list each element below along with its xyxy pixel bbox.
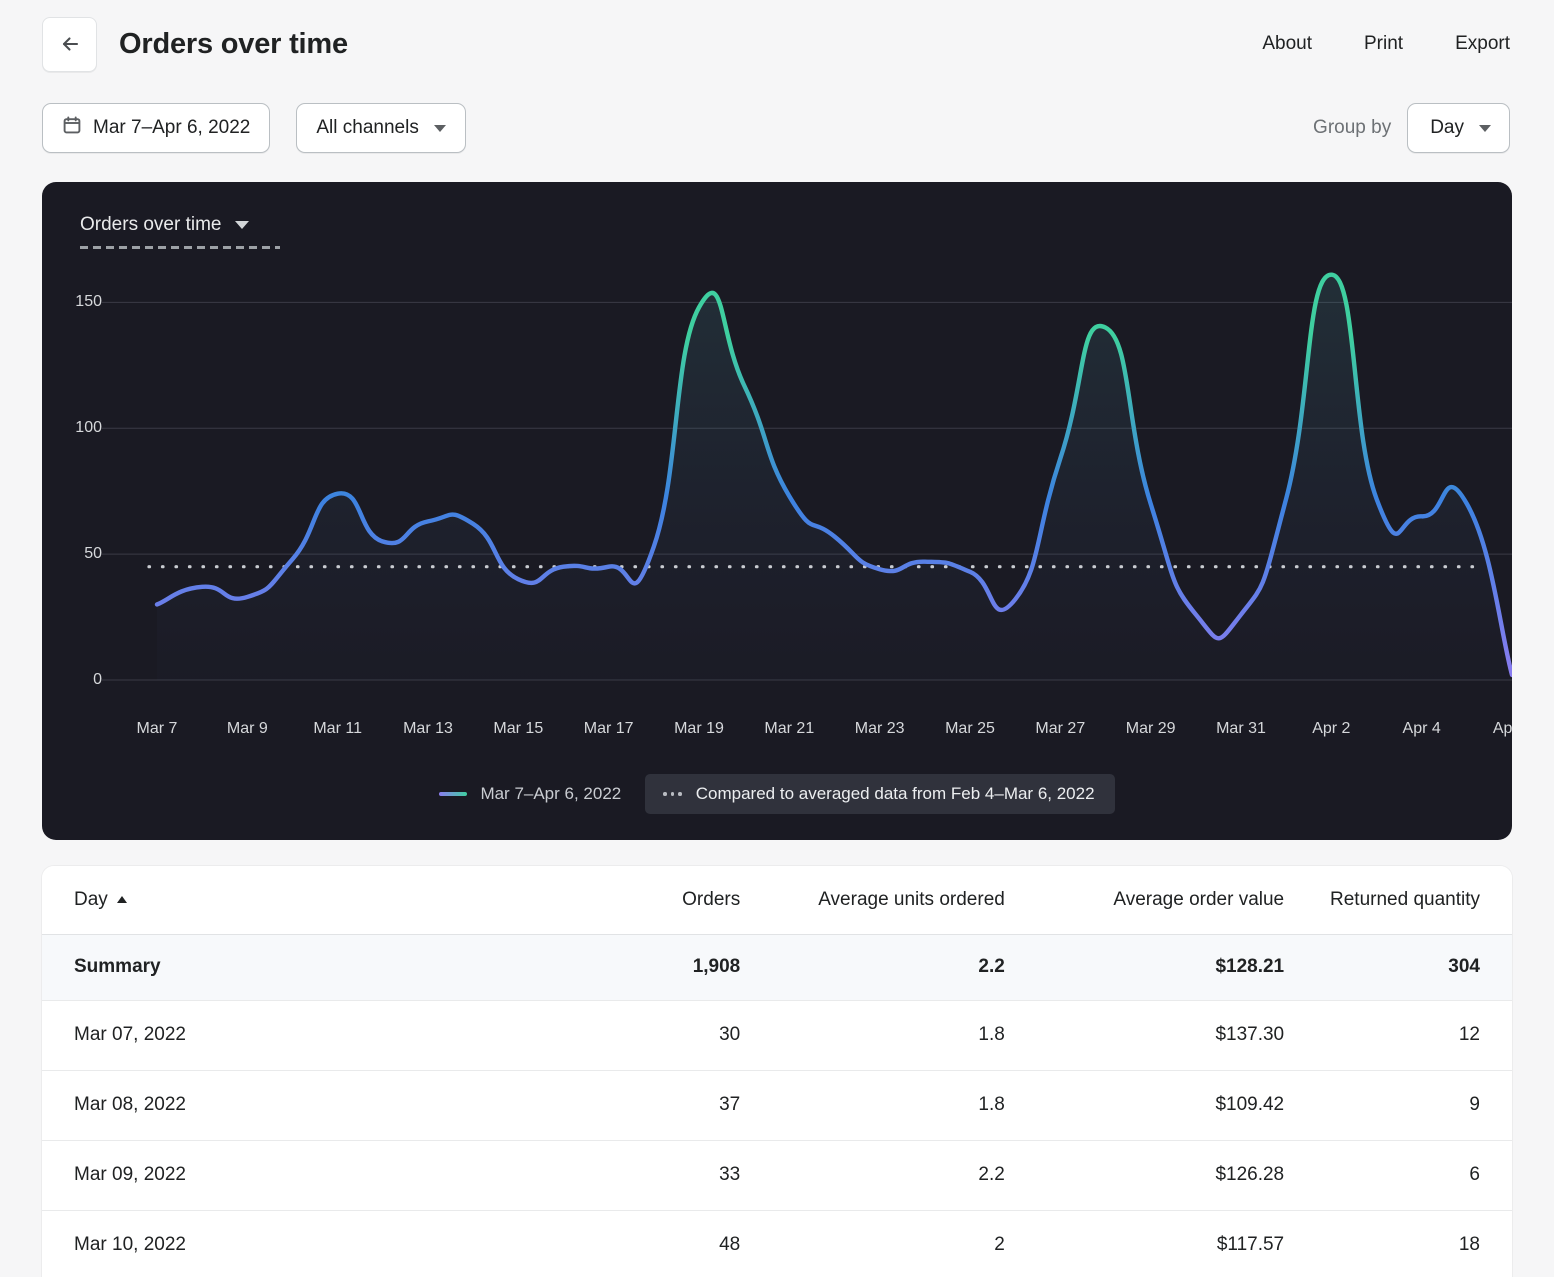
group-by-control: Group by Day: [1313, 103, 1510, 153]
table-header: Day Orders Average units ordered Average…: [42, 866, 1512, 935]
cell-returned: 12: [1458, 1024, 1480, 1045]
cell-orders: 48: [719, 1234, 741, 1255]
back-button[interactable]: [42, 16, 97, 72]
x-axis-tick-label: Mar 25: [945, 720, 995, 737]
table-row[interactable]: Mar 10, 2022 48 2 $117.57 18: [42, 1210, 1512, 1277]
legend-label-comparison: Compared to averaged data from Feb 4–Mar…: [695, 784, 1095, 803]
x-axis-tick-label: Apr 4: [1402, 720, 1441, 737]
y-axis-tick-label: 50: [84, 545, 102, 563]
y-axis-tick-label: 150: [75, 293, 102, 311]
column-header-orders[interactable]: Orders: [527, 866, 741, 935]
x-axis-tick-label: Mar 7: [136, 720, 178, 737]
summary-returned-quantity: 304: [1448, 956, 1480, 977]
page-title: Orders over time: [119, 27, 348, 60]
summary-orders: 1,908: [692, 956, 741, 977]
legend-item-current[interactable]: Mar 7–Apr 6, 2022: [439, 784, 621, 804]
x-axis-tick-label: Mar 21: [764, 720, 815, 737]
channel-filter-value: All channels: [316, 117, 419, 138]
x-axis-tick-label: Mar 31: [1216, 720, 1266, 737]
export-button[interactable]: Export: [1455, 33, 1510, 55]
summary-average-units: 2.2: [978, 956, 1005, 977]
cell-avg_value: $126.28: [1215, 1164, 1285, 1185]
top-bar: Orders over time About Print Export: [0, 0, 1554, 88]
group-by-value: Day: [1430, 117, 1464, 138]
arrow-left-icon: [58, 32, 82, 56]
cell-returned: 9: [1469, 1094, 1480, 1115]
summary-day: Summary: [74, 956, 161, 977]
cell-avg_units: 1.8: [978, 1094, 1005, 1115]
x-axis-tick-label: Mar 13: [403, 720, 453, 737]
x-axis-tick-label: Mar 27: [1035, 720, 1086, 737]
table-row[interactable]: Mar 08, 2022 37 1.8 $109.42 9: [42, 1070, 1512, 1140]
x-axis-tick-label: Mar 19: [674, 720, 724, 737]
cell-avg_units: 2: [994, 1234, 1005, 1255]
date-range-picker[interactable]: Mar 7–Apr 6, 2022: [42, 103, 271, 153]
column-header-average-order-value[interactable]: Average order value: [1004, 866, 1285, 935]
cell-avg_units: 2.2: [978, 1164, 1005, 1185]
filter-bar: Mar 7–Apr 6, 2022 All channels Group by …: [0, 88, 1554, 168]
legend-item-comparison[interactable]: Compared to averaged data from Feb 4–Mar…: [645, 774, 1115, 814]
legend-label-current: Mar 7–Apr 6, 2022: [480, 784, 622, 803]
x-axis-tick-label: Mar 23: [854, 720, 905, 737]
column-header-returned-quantity[interactable]: Returned quantity: [1284, 866, 1512, 935]
sort-ascending-icon: [116, 896, 127, 904]
cell-orders: 30: [719, 1024, 741, 1045]
chart-plot-area[interactable]: 0 50 100 150 Mar 7 Mar 9 Mar 11 Mar 13 Mar 15 Mar…: [42, 182, 1512, 840]
column-header-day[interactable]: Day: [42, 866, 528, 935]
cell-day: Mar 07, 2022: [74, 1024, 186, 1045]
legend-line-swatch: [439, 792, 468, 796]
top-actions: About Print Export: [1262, 33, 1510, 55]
table-row[interactable]: Mar 07, 2022 30 1.8 $137.30 12: [42, 1000, 1512, 1070]
x-axis-tick-label: Mar 9: [226, 720, 268, 737]
x-axis-tick-label: Mar 29: [1125, 720, 1176, 737]
orders-table: Day Orders Average units ordered Average…: [42, 866, 1512, 1277]
cell-day: Mar 08, 2022: [74, 1094, 186, 1115]
cell-avg_units: 1.8: [978, 1024, 1005, 1045]
chart-legend: Mar 7–Apr 6, 2022 Compared to averaged d…: [42, 774, 1512, 814]
cell-orders: 33: [719, 1164, 741, 1185]
dotted-line-icon: [663, 792, 682, 796]
x-axis-tick-label: Apr 2: [1312, 720, 1351, 737]
about-button[interactable]: About: [1262, 33, 1312, 55]
y-axis-tick-label: 100: [75, 419, 102, 437]
date-range-value: Mar 7–Apr 6, 2022: [93, 117, 251, 138]
group-by-label: Group by: [1313, 117, 1392, 138]
report-page: Orders over time About Print Export Mar …: [0, 0, 1554, 1277]
column-header-day-label: Day: [74, 888, 108, 910]
x-axis-tick-label: Mar 17: [583, 720, 634, 737]
cell-avg_value: $109.42: [1215, 1094, 1285, 1115]
data-table-card: Day Orders Average units ordered Average…: [42, 866, 1512, 1277]
chevron-down-icon: [1479, 124, 1491, 132]
channel-filter[interactable]: All channels: [296, 103, 466, 153]
calendar-icon: [62, 115, 82, 141]
table-row[interactable]: Mar 09, 2022 33 2.2 $126.28 6: [42, 1140, 1512, 1210]
table-header-row: Day Orders Average units ordered Average…: [42, 866, 1512, 935]
x-axis-tick-label: Mar 11: [313, 720, 362, 737]
summary-average-order-value: $128.21: [1215, 956, 1285, 977]
print-button[interactable]: Print: [1364, 33, 1403, 55]
column-header-average-units-ordered[interactable]: Average units ordered: [740, 866, 1005, 935]
x-axis-tick-label: Mar 15: [493, 720, 544, 737]
table-row-summary: Summary 1,908 2.2 $128.21 304: [42, 934, 1512, 1000]
cell-avg_value: $137.30: [1215, 1024, 1285, 1045]
group-by-select[interactable]: Day: [1407, 103, 1510, 153]
y-axis-tick-label: 0: [93, 671, 102, 688]
chevron-down-icon: [433, 124, 446, 132]
x-axis-tick-label: Apr 6: [1492, 720, 1512, 737]
cell-day: Mar 10, 2022: [74, 1234, 186, 1255]
cell-day: Mar 09, 2022: [74, 1164, 186, 1185]
orders-line-chart: [102, 272, 1512, 681]
cell-orders: 37: [719, 1094, 741, 1115]
cell-returned: 6: [1469, 1164, 1480, 1185]
cell-returned: 18: [1458, 1234, 1480, 1255]
table-body: Summary 1,908 2.2 $128.21 304 Mar 07, 20…: [42, 934, 1512, 1277]
chart-card: Orders over time 0 50 100 150 Mar 7 Mar 9 Mar …: [42, 182, 1512, 840]
cell-avg_value: $117.57: [1216, 1234, 1285, 1255]
